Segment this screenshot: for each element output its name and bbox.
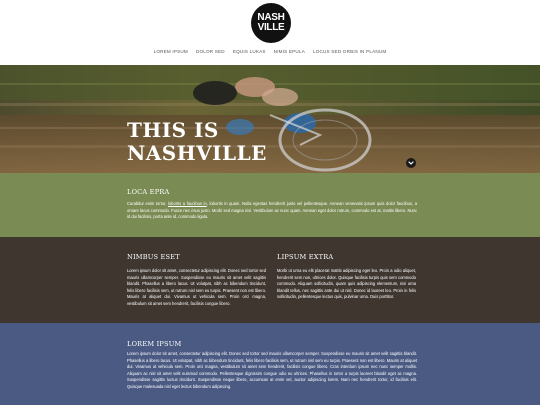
- column-right-text: Morbi ut urna eu elit placerat mattis ad…: [277, 268, 416, 300]
- lorem-section: LOREM IPSUM Lorem ipsum dolor sit amet, …: [0, 323, 540, 405]
- column-right-title: LIPSUM EXTRA: [277, 253, 334, 261]
- nav-item-lorem-ipsum[interactable]: LOREM IPSUM: [150, 49, 192, 54]
- nashville-logo[interactable]: NASH VILLE: [251, 3, 291, 43]
- chevron-down-icon: [408, 161, 414, 165]
- intro-title: LOCA EPRA: [127, 188, 170, 196]
- lorem-title: LOREM IPSUM: [127, 340, 182, 348]
- nav-item-equis-lukas[interactable]: EQUIS LUKAS: [229, 49, 270, 54]
- hero-title-line-1: THIS IS: [127, 118, 219, 142]
- intro-text-start: Curabitur enim tortor,: [127, 201, 168, 206]
- intro-text: Curabitur enim tortor, lobortis a faucib…: [127, 201, 417, 221]
- intro-link[interactable]: lobortis a faucibus in: [168, 201, 207, 206]
- site-header: NASH VILLE LOREM IPSUM DOLOR SED EQUIS L…: [0, 0, 540, 65]
- scroll-down-button[interactable]: [406, 158, 416, 168]
- column-left-text: Lorem ipsum dolor sit amet, consectetur …: [127, 268, 266, 306]
- logo-line-2: VILLE: [257, 22, 285, 33]
- hero-title-line-2: NASHVILLE: [127, 141, 267, 165]
- nav-item-locus-sed-orbis[interactable]: LOCUS SED ORBIS IN PLANUM: [309, 49, 390, 54]
- column-right: LIPSUM EXTRA Morbi ut urna eu elit place…: [277, 253, 416, 301]
- two-column-section: NIMBUS ESET Lorem ipsum dolor sit amet, …: [0, 237, 540, 323]
- lorem-text: Lorem ipsum dolor sit amet, consectetur …: [127, 351, 417, 389]
- nav-item-nimis-epula[interactable]: NIMIS EPULA: [270, 49, 309, 54]
- column-left: NIMBUS ESET Lorem ipsum dolor sit amet, …: [127, 253, 266, 308]
- hero-title: THIS IS NASHVILLE: [127, 119, 347, 165]
- main-navigation: LOREM IPSUM DOLOR SED EQUIS LUKAS NIMIS …: [0, 49, 540, 54]
- column-left-title: NIMBUS ESET: [127, 253, 180, 261]
- nav-item-dolor-sed[interactable]: DOLOR SED: [192, 49, 229, 54]
- intro-section: LOCA EPRA Curabitur enim tortor, loborti…: [0, 173, 540, 237]
